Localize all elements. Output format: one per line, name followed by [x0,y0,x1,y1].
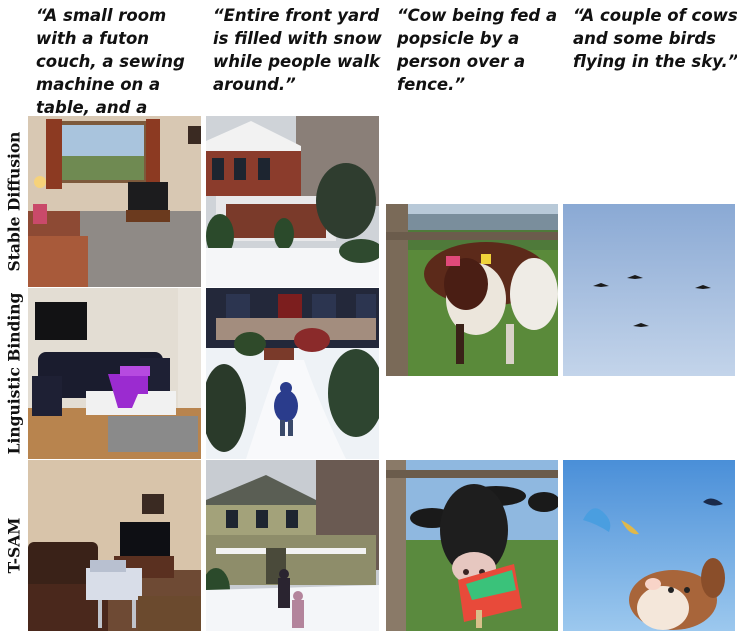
image-tsam-room [28,460,201,631]
row-label-t-sam: T-SAM [4,517,24,573]
caption-cow-popsicle: “Cow being fed a popsicle by a person ov… [397,6,558,94]
image-lb-snow-yard [206,288,379,459]
row-label-stable-diffusion: Stable Diffusion [4,131,24,271]
caption-snow-yard: “Entire front yard is filled with snow w… [213,6,382,94]
caption-cows-birds: “A couple of cows and some birds flying … [573,6,737,71]
image-sd-cow-popsicle [386,204,558,376]
image-lb-room [28,288,201,459]
image-tsam-cows-birds [563,460,735,631]
image-sd-snow-yard [206,116,379,287]
image-sd-room [28,116,201,287]
image-tsam-snow-yard [206,460,379,631]
row-label-linguistic-binding: Linguistic Binding [4,292,24,454]
image-tsam-cow-popsicle [386,460,558,631]
image-sd-birds-sky [563,204,735,376]
